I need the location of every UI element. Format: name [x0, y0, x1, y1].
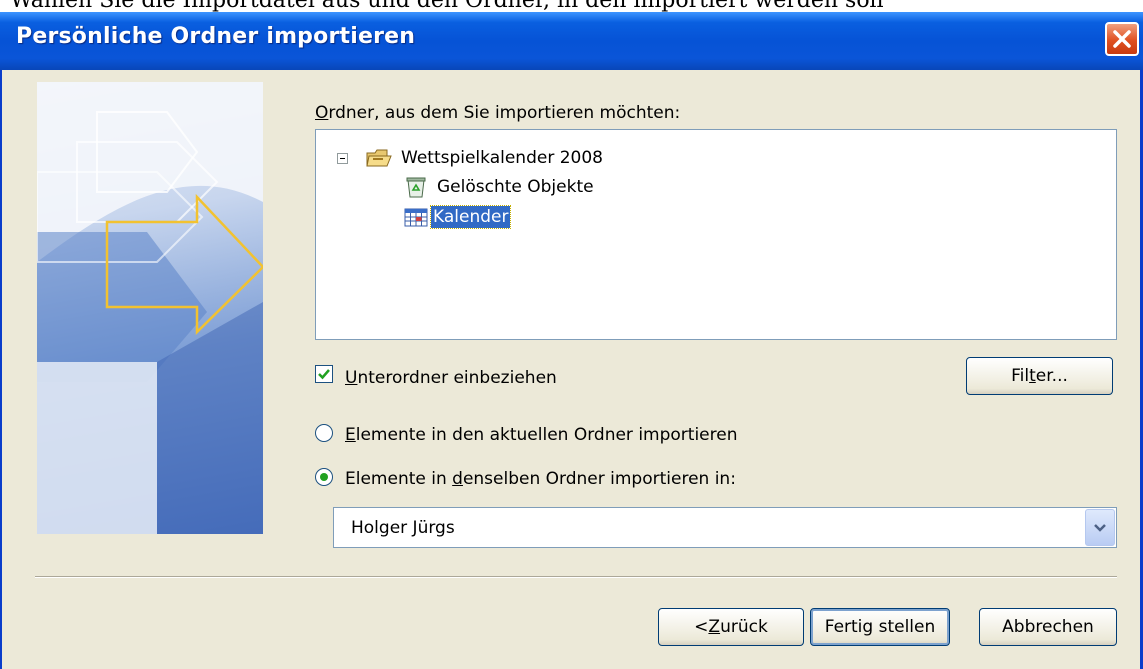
- pst-folder-icon: [366, 149, 392, 167]
- filter-button[interactable]: Fil t er...: [966, 357, 1113, 395]
- chevron-down-icon: [1094, 524, 1106, 532]
- tree-item-geloeschte-objekte[interactable]: Gelöschte Objekte: [405, 173, 594, 201]
- radio-import-current-folder[interactable]: [315, 424, 333, 442]
- finish-button[interactable]: Fertig stellen: [810, 608, 950, 646]
- radio-import-same-folder[interactable]: [315, 468, 333, 486]
- collapse-toggle[interactable]: [337, 153, 348, 164]
- close-icon: [1113, 30, 1131, 48]
- tree-item-wettspielkalender[interactable]: Wettspielkalender 2008: [365, 144, 603, 172]
- include-subfolders-label[interactable]: Unterordner einbeziehen: [345, 368, 557, 388]
- folder-list-label: Ordner, aus dem Sie importieren möchten:: [315, 103, 681, 123]
- checkmark-icon: [318, 369, 330, 380]
- calendar-icon: [404, 208, 428, 227]
- close-button[interactable]: [1105, 22, 1139, 56]
- tree-item-kalender[interactable]: Kalender: [404, 203, 512, 231]
- folder-tree[interactable]: Wettspielkalender 2008 Gelöschte Objekte…: [315, 129, 1117, 340]
- background-document-text-strip: Wählen Sie die Importdatei aus und den O…: [0, 0, 1143, 12]
- back-button[interactable]: < Zurück: [658, 608, 804, 646]
- target-folder-value: Holger Jürgs: [351, 518, 455, 538]
- arrows-decoration-icon: [37, 82, 263, 534]
- cancel-button[interactable]: Abbrechen: [979, 608, 1117, 646]
- radio-import-current-folder-label[interactable]: Elemente in den aktuellen Ordner importi…: [345, 425, 737, 445]
- dropdown-arrow-button[interactable]: [1085, 509, 1115, 546]
- separator-line: [35, 576, 1117, 578]
- recycle-bin-icon: [406, 177, 426, 198]
- dialog-title: Persönliche Ordner importieren: [16, 24, 416, 49]
- include-subfolders-checkbox[interactable]: [315, 365, 333, 383]
- title-bar[interactable]: Persönliche Ordner importieren: [0, 12, 1143, 70]
- radio-import-same-folder-label[interactable]: Elemente in denselben Ordner importieren…: [345, 469, 736, 489]
- wizard-side-image: [37, 82, 263, 534]
- target-folder-dropdown[interactable]: Holger Jürgs: [333, 507, 1117, 548]
